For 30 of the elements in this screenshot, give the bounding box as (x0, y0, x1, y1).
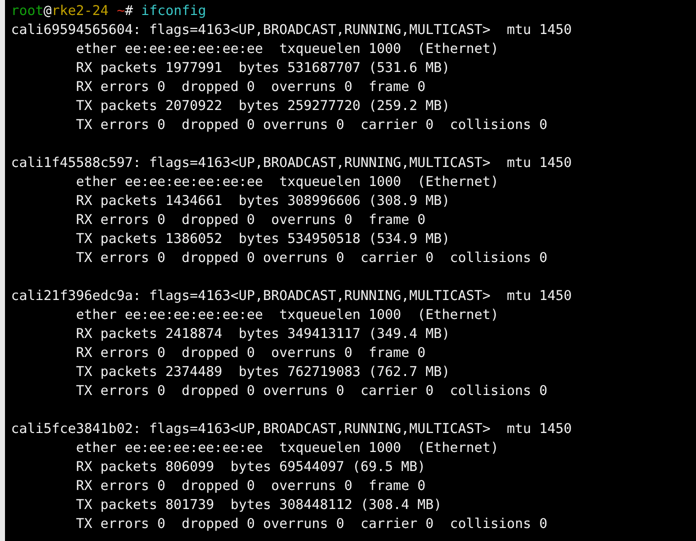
output-line: TX packets 2070922 bytes 259277720 (259.2 MB) (76, 98, 450, 114)
output-line: TX errors 0 dropped 0 overruns 0 carrier 0 collisions 0 (76, 383, 548, 399)
prompt-at: @ (44, 3, 52, 19)
output-line: TX errors 0 dropped 0 overruns 0 carrier 0 collisions 0 (76, 117, 548, 133)
output-line: RX packets 2418874 bytes 349413117 (349.4 MB) (76, 326, 450, 342)
output-line: RX errors 0 dropped 0 overruns 0 frame 0 (76, 478, 426, 494)
interface-header: cali1f45588c597: flags=4163<UP,BROADCAST,RUNNING,MULTICAST> mtu 1450 (11, 155, 572, 171)
output-line: ether ee:ee:ee:ee:ee:ee txqueuelen 1000 (Ethernet) (76, 174, 499, 190)
output-line: RX packets 806099 bytes 69544097 (69.5 MB) (76, 459, 426, 475)
output-line: TX packets 1386052 bytes 534950518 (534.9 MB) (76, 231, 450, 247)
output-line: RX errors 0 dropped 0 overruns 0 frame 0 (76, 345, 426, 361)
output-line: ether ee:ee:ee:ee:ee:ee txqueuelen 1000 (Ethernet) (76, 440, 499, 456)
output-line: TX packets 2374489 bytes 762719083 (762.7 MB) (76, 364, 450, 380)
output-line: ether ee:ee:ee:ee:ee:ee txqueuelen 1000 (Ethernet) (76, 307, 499, 323)
interface-header: cali5fce3841b02: flags=4163<UP,BROADCAST,RUNNING,MULTICAST> mtu 1450 (11, 421, 572, 437)
command-text: ifconfig (141, 3, 206, 19)
interface-header: cali69594565604: flags=4163<UP,BROADCAST,RUNNING,MULTICAST> mtu 1450 (11, 22, 572, 38)
prompt-host: rke2-24 (52, 3, 109, 19)
prompt-user: root (11, 3, 44, 19)
output-line: TX packets 801739 bytes 308448112 (308.4 MB) (76, 497, 442, 513)
output-line: RX packets 1977991 bytes 531687707 (531.6 MB) (76, 60, 450, 76)
output-line: RX errors 0 dropped 0 overruns 0 frame 0 (76, 212, 426, 228)
output-line: RX packets 1434661 bytes 308996606 (308.9 MB) (76, 193, 450, 209)
output-line: TX errors 0 dropped 0 overruns 0 carrier 0 collisions 0 (76, 516, 548, 532)
output-line: TX errors 0 dropped 0 overruns 0 carrier 0 collisions 0 (76, 250, 548, 266)
interface-header: cali21f396edc9a: flags=4163<UP,BROADCAST,RUNNING,MULTICAST> mtu 1450 (11, 288, 572, 304)
prompt-symbol: # (124, 3, 133, 19)
prompt-path: ~ (116, 3, 125, 19)
output-line: RX errors 0 dropped 0 overruns 0 frame 0 (76, 79, 426, 95)
output-line: ether ee:ee:ee:ee:ee:ee txqueuelen 1000 (Ethernet) (76, 41, 499, 57)
